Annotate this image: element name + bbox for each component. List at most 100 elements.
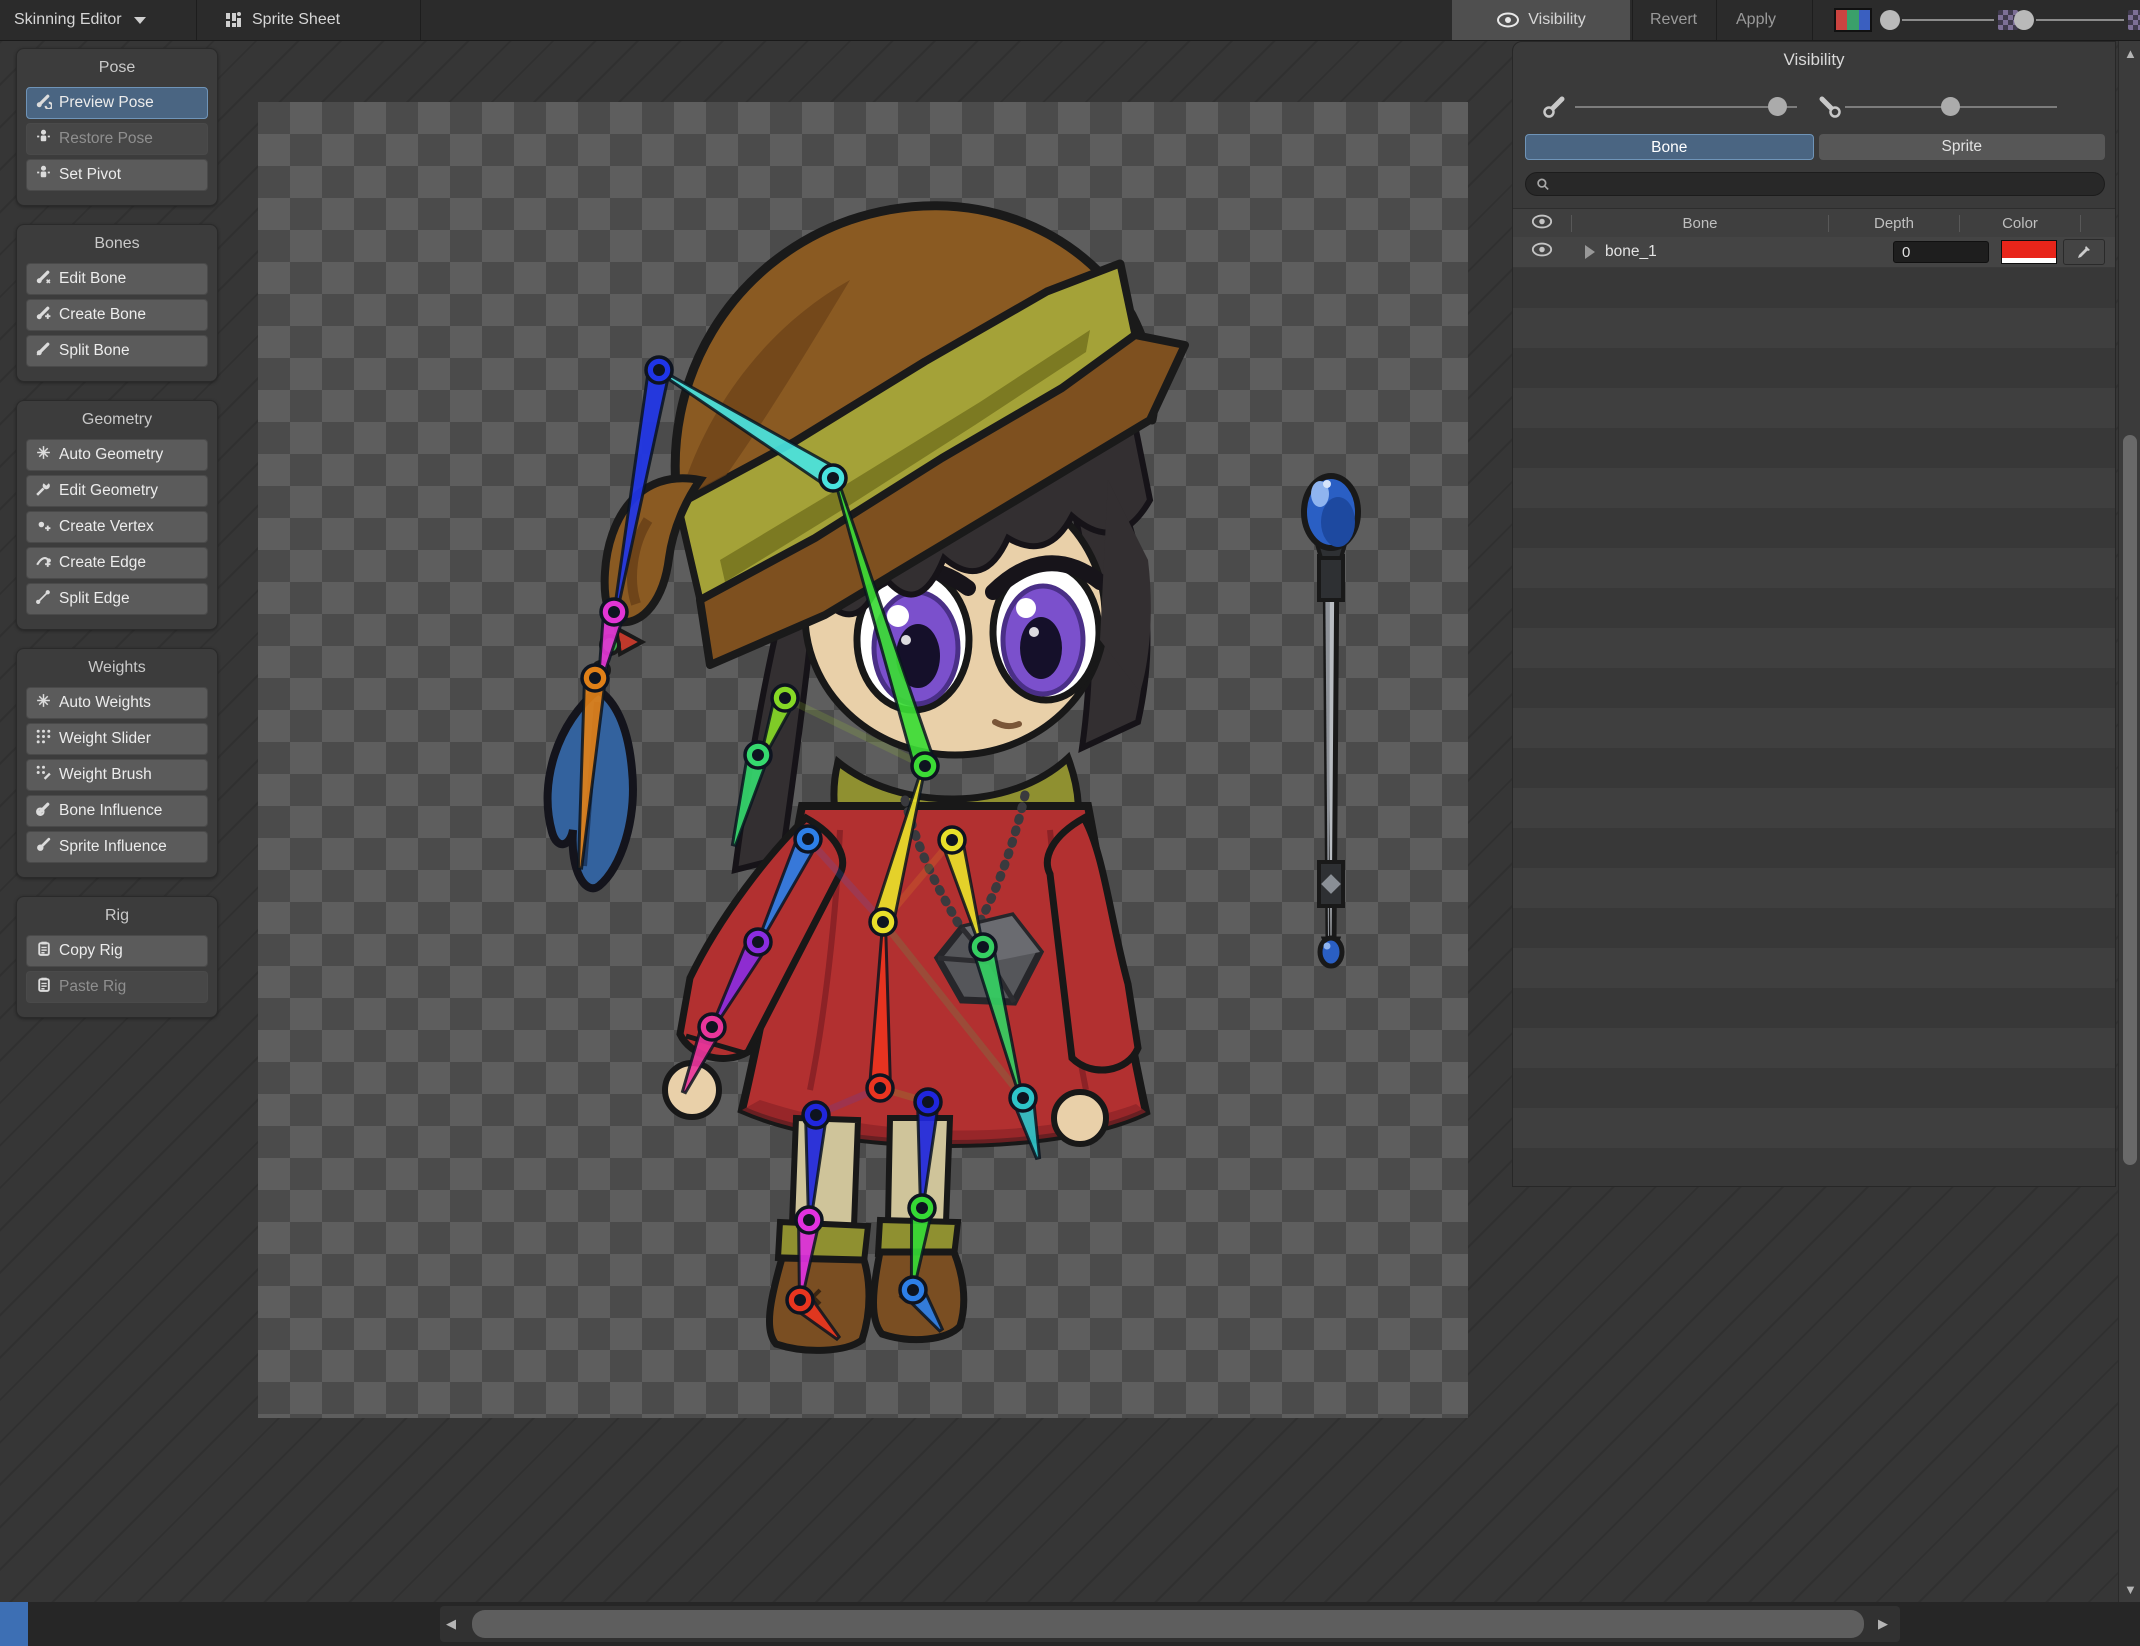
- sprite-canvas[interactable]: [258, 102, 1468, 1418]
- tab-sprite[interactable]: Sprite: [1818, 134, 2105, 160]
- weight-slider-icon: [35, 728, 52, 750]
- button-label: Edit Geometry: [59, 482, 159, 499]
- tool-group-rig: Rig Copy Rig Paste Rig: [16, 896, 218, 1018]
- button-label: Split Edge: [59, 590, 130, 607]
- set-pivot-button[interactable]: Set Pivot: [26, 159, 208, 191]
- alpha-slider-knob[interactable]: [1880, 10, 1900, 30]
- skinning-editor-label: Skinning Editor: [14, 11, 122, 28]
- empty-list-row: [1513, 588, 2115, 628]
- scroll-right-icon[interactable]: ▶: [1878, 1617, 1888, 1630]
- toolbar-separator: [1632, 0, 1633, 40]
- edit-geometry-button[interactable]: Edit Geometry: [26, 475, 208, 507]
- opacity-slider-track[interactable]: [2036, 19, 2124, 21]
- toolbar-separator: [196, 0, 197, 40]
- visibility-sliders: [1513, 82, 2115, 122]
- paste-rig-icon: [35, 976, 52, 998]
- weight-slider-button[interactable]: Weight Slider: [26, 723, 208, 755]
- button-label: Sprite Influence: [59, 838, 167, 855]
- column-depth[interactable]: Depth: [1828, 214, 1959, 232]
- split-edge-button[interactable]: Split Edge: [26, 583, 208, 615]
- empty-list-row: [1513, 908, 2115, 948]
- button-label: Create Bone: [59, 306, 147, 323]
- bone-opacity-icon: [1543, 96, 1565, 118]
- button-label: Preview Pose: [59, 94, 154, 111]
- bone-list-rows: [1513, 268, 2115, 1186]
- color-channels-button[interactable]: [1834, 8, 1872, 32]
- search-field[interactable]: [1525, 172, 2105, 196]
- eyedropper-button[interactable]: [2063, 239, 2105, 265]
- sprite-opacity-knob[interactable]: [1941, 97, 1960, 116]
- opacity-pattern-icon: [2128, 10, 2140, 30]
- bone-influence-button[interactable]: Bone Influence: [26, 795, 208, 827]
- preview-pose-button[interactable]: Preview Pose: [26, 87, 208, 119]
- button-label: Split Bone: [59, 342, 130, 359]
- scroll-up-icon[interactable]: ▲: [2124, 47, 2137, 60]
- create-vertex-button[interactable]: Create Vertex: [26, 511, 208, 543]
- split-bone-button[interactable]: Split Bone: [26, 335, 208, 367]
- button-label: Restore Pose: [59, 130, 153, 147]
- button-label: Paste Rig: [59, 978, 127, 995]
- edit-geometry-icon: [35, 480, 52, 502]
- split-edge-icon: [35, 588, 52, 610]
- depth-input[interactable]: [1893, 241, 1989, 263]
- empty-list-row: [1513, 828, 2115, 868]
- group-title: Geometry: [81, 411, 153, 428]
- button-label: Auto Geometry: [59, 446, 164, 463]
- vertical-scrollbar[interactable]: ▲ ▼: [2118, 41, 2140, 1602]
- weight-brush-icon: [35, 764, 52, 786]
- toolbar-separator: [420, 0, 421, 40]
- bone-color-swatch[interactable]: [2001, 240, 2057, 264]
- sprite-influence-icon: [35, 836, 52, 858]
- search-input[interactable]: [1555, 175, 2094, 193]
- revert-button[interactable]: Revert: [1636, 0, 1711, 40]
- horizontal-scrollbar[interactable]: ◀ ▶: [0, 1602, 2140, 1646]
- empty-list-row: [1513, 1068, 2115, 1108]
- button-label: Create Edge: [59, 554, 147, 571]
- scroll-down-icon[interactable]: ▼: [2124, 1583, 2137, 1596]
- empty-list-row: [1513, 268, 2115, 308]
- empty-list-row: [1513, 988, 2115, 1028]
- create-edge-icon: [35, 552, 52, 574]
- auto-weights-icon: [35, 692, 52, 714]
- apply-button[interactable]: Apply: [1722, 0, 1790, 40]
- bone-name[interactable]: bone_1: [1605, 243, 1805, 261]
- status-corner: [0, 1602, 28, 1646]
- tab-bone[interactable]: Bone: [1525, 134, 1814, 160]
- alpha-slider-track[interactable]: [1902, 19, 1994, 21]
- bone-opacity-track[interactable]: [1575, 106, 1797, 108]
- apply-label: Apply: [1736, 11, 1777, 28]
- edit-bone-button[interactable]: Edit Bone: [26, 263, 208, 295]
- column-bone[interactable]: Bone: [1571, 214, 1828, 232]
- auto-weights-button[interactable]: Auto Weights: [26, 687, 208, 719]
- horizontal-scrollbar-thumb[interactable]: [472, 1610, 1864, 1638]
- auto-geometry-button[interactable]: Auto Geometry: [26, 439, 208, 471]
- empty-list-row: [1513, 468, 2115, 508]
- sprite-influence-button[interactable]: Sprite Influence: [26, 831, 208, 863]
- group-title: Bones: [94, 235, 140, 252]
- tool-group-bones: Bones Edit Bone Create Bone Split Bone: [16, 224, 218, 382]
- empty-list-row: [1513, 428, 2115, 468]
- column-color[interactable]: Color: [1959, 214, 2081, 232]
- row-expander-icon[interactable]: [1585, 245, 1595, 259]
- row-visibility-toggle[interactable]: [1513, 242, 1571, 262]
- scroll-left-icon[interactable]: ◀: [446, 1617, 456, 1630]
- weight-brush-button[interactable]: Weight Brush: [26, 759, 208, 791]
- bone-opacity-knob[interactable]: [1768, 97, 1787, 116]
- create-vertex-icon: [35, 516, 52, 538]
- skinning-editor-dropdown[interactable]: Skinning Editor: [0, 0, 160, 40]
- visibility-toggle-button[interactable]: Visibility: [1452, 0, 1630, 40]
- tool-group-geometry: Geometry Auto Geometry Edit Geometry Create…: [16, 400, 218, 630]
- sprite-sheet-icon: [226, 12, 241, 27]
- opacity-slider-knob[interactable]: [2014, 10, 2034, 30]
- create-bone-button[interactable]: Create Bone: [26, 299, 208, 331]
- vertical-scrollbar-thumb[interactable]: [2123, 435, 2137, 1165]
- create-edge-button[interactable]: Create Edge: [26, 547, 208, 579]
- empty-list-row: [1513, 548, 2115, 588]
- bone-table-row[interactable]: bone_1: [1513, 237, 2115, 267]
- paste-rig-button: Paste Rig: [26, 971, 208, 1003]
- edit-bone-icon: [35, 268, 52, 290]
- auto-geometry-icon: [35, 444, 52, 466]
- copy-rig-button[interactable]: Copy Rig: [26, 935, 208, 967]
- empty-list-row: [1513, 948, 2115, 988]
- sprite-sheet-button[interactable]: Sprite Sheet: [210, 0, 354, 40]
